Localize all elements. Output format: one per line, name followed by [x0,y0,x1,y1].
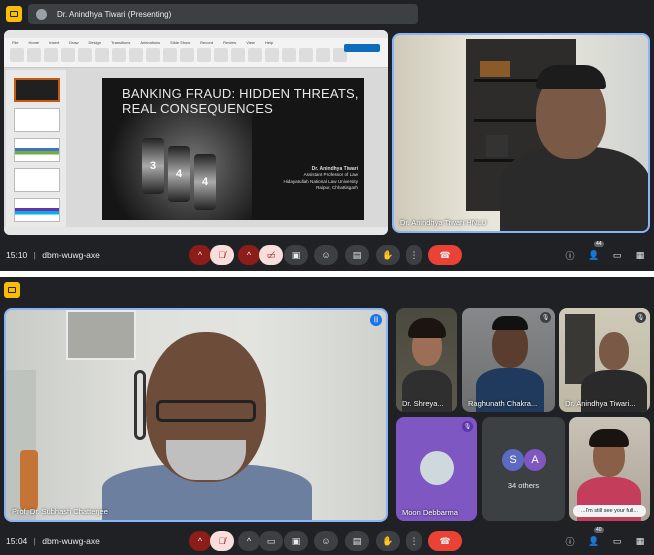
water-bottle [20,450,38,510]
end-call-icon[interactable]: ☎ [428,245,462,265]
shared-screen-powerpoint[interactable]: File Home Insert Draw Design Transitions Anima… [4,30,388,235]
presenting-text: Dr. Anindhya Tiwari (Presenting) [57,9,172,19]
bottom-people-count: 40 [594,527,604,533]
ppt-status-bar [4,227,388,235]
presenting-banner: Dr. Anindhya Tiwari (Presenting) [28,4,418,24]
combination-lock-image: 3 4 4 [102,98,252,220]
participant-tile[interactable]: Dr. Shreya... [396,308,457,412]
others-avatar-a: A [524,449,546,471]
more-options-icon[interactable]: ⋮ [406,245,422,265]
top-meeting-code: dbm-wuwg-axe [42,250,100,260]
camera-off-icon[interactable]: ▭̸ [259,245,283,265]
slide-thumbnails [6,70,66,228]
present-screen-icon[interactable]: ▣ [284,531,308,551]
mic-off-icon[interactable]: 🎙̸ [210,245,234,265]
participant-name: Moon Debbarma [402,508,458,517]
slide-city: Raipur, Chhattisgarh [316,185,358,191]
top-people-count: 44 [594,241,604,247]
more-options-icon[interactable]: ⋮ [406,531,422,551]
bottom-meet-window: ||| Prof. Dr. Subhash Chatterjee Dr. Shr… [0,277,654,555]
participant-name: Dr. Shreya... [402,399,444,408]
meeting-details-icon[interactable]: ⓘ [564,249,576,261]
meeting-badge-icon[interactable] [6,6,22,22]
others-tile[interactable]: S A 34 others [482,417,565,521]
raise-hand-icon[interactable]: ✋ [376,245,400,265]
top-control-bar: 15:10 | dbm-wuwg-axe ^ 🎙̸ ^ ▭̸ ▣ ☺ ▤ ✋ ⋮… [0,241,654,269]
presenter-body [500,147,648,231]
bottom-clock: 15:04 [6,536,28,546]
slide-author: Dr. Anindhya Tiwari [311,166,358,172]
meeting-details-icon[interactable]: ⓘ [564,535,576,547]
main-speaker-name-tag: Prof. Dr. Subhash Chatterjee [12,507,108,516]
emoji-icon[interactable]: ☺ [314,245,338,265]
bottom-meeting-code: dbm-wuwg-axe [42,536,100,546]
captions-icon[interactable]: ▤ [345,245,369,265]
speaking-indicator-icon: ||| [370,314,382,326]
presenter-avatar [36,8,47,20]
slide-title-line1: BANKING FRAUD: HIDDEN THREATS, [122,86,359,101]
participant-avatar [420,451,454,485]
bottom-control-bar: 15:04 | dbm-wuwg-axe ^ 🎙̸ ^ ▭ ▣ ☺ ▤ ✋ ⋮ … [0,527,654,555]
mic-options-chevron-icon[interactable]: ^ [189,245,211,265]
emoji-icon[interactable]: ☺ [314,531,338,551]
captions-icon[interactable]: ▤ [345,531,369,551]
participant-name: Dr. Anindhya Tiwari... [565,399,636,408]
others-count: 34 others [507,481,540,490]
muted-icon: 🎙 [462,421,473,432]
slide-title-line2: REAL CONSEQUENCES [122,101,274,116]
bottom-meeting-badge-icon[interactable] [4,282,20,298]
participant-tile[interactable]: 🎙 Raghunath Chakra... [462,308,555,412]
camera-icon[interactable]: ▭ [259,531,283,551]
presenter-name-tag: Dr. Anindhya Tiwari HNLU [400,218,487,227]
camera-options-chevron-icon[interactable]: ^ [238,531,260,551]
people-icon[interactable]: 👤 [588,249,600,261]
present-screen-icon[interactable]: ▣ [284,245,308,265]
ppt-share-button [344,44,380,52]
mic-off-icon[interactable]: 🎙̸ [210,531,234,551]
caption-chip: ...I'm still see your full... [573,505,646,517]
activities-icon[interactable]: ▦ [634,535,646,547]
main-speaker-tile[interactable]: ||| Prof. Dr. Subhash Chatterjee [4,308,388,522]
top-clock: 15:10 [6,250,28,260]
people-icon[interactable]: 👤 [588,535,600,547]
participant-tile[interactable]: 🎙 Moon Debbarma [396,417,477,521]
mic-options-chevron-icon[interactable]: ^ [189,531,211,551]
presenter-video-tile[interactable]: Dr. Anindhya Tiwari HNLU [392,33,650,233]
raise-hand-icon[interactable]: ✋ [376,531,400,551]
participant-tile[interactable]: ...I'm still see your full... [569,417,650,521]
background-window [66,310,136,360]
activities-icon[interactable]: ▦ [634,249,646,261]
participant-tile[interactable]: 🎙 Dr. Anindhya Tiwari... [559,308,650,412]
bottom-meeting-info: 15:04 | dbm-wuwg-axe [6,536,100,546]
top-meeting-info: 15:10 | dbm-wuwg-axe [6,250,100,260]
others-avatar-s: S [502,449,524,471]
muted-icon: 🎙 [540,312,551,323]
chat-icon[interactable]: ▭ [611,249,623,261]
muted-icon: 🎙 [635,312,646,323]
slide-credit: Dr. Anindhya Tiwari Assistant Professor … [283,166,358,192]
top-meet-window: Dr. Anindhya Tiwari (Presenting) File Hom… [0,0,654,271]
current-slide: 3 4 4 BANKING FRAUD: HIDDEN THREATS, REA… [102,78,364,220]
participant-name: Raghunath Chakra... [468,399,538,408]
ppt-ribbon: File Home Insert Draw Design Transitions Anima… [4,30,388,68]
camera-options-chevron-icon[interactable]: ^ [238,245,260,265]
slide-title: BANKING FRAUD: HIDDEN THREATS, REAL CONS… [122,86,359,116]
chat-icon[interactable]: ▭ [611,535,623,547]
end-call-icon[interactable]: ☎ [428,531,462,551]
